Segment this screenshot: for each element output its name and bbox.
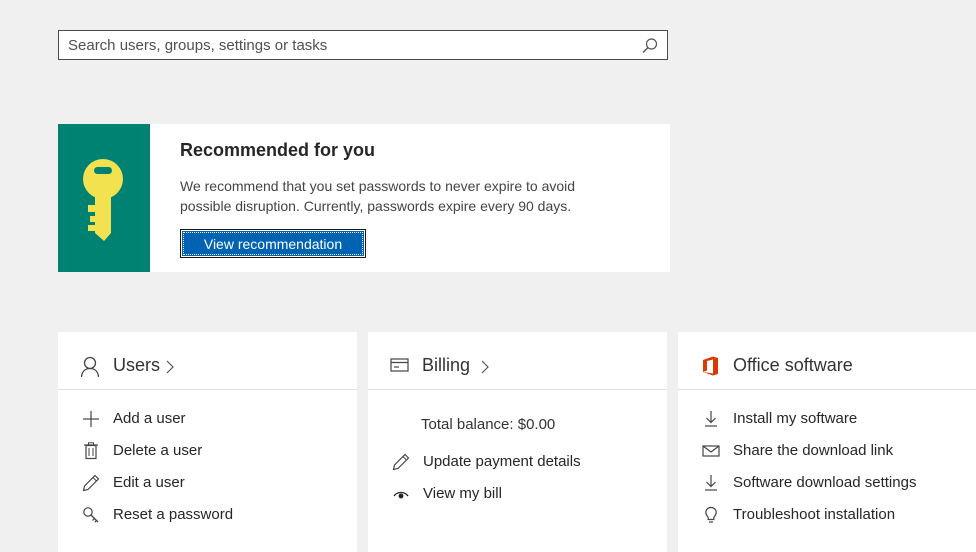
- download-settings-link[interactable]: Software download settings: [702, 472, 962, 496]
- view-bill-label[interactable]: View my bill: [423, 485, 502, 502]
- credit-card-icon: [390, 356, 410, 379]
- office-card-header[interactable]: Office software: [678, 332, 976, 390]
- recommendation-icon-panel: [58, 124, 150, 272]
- reset-password-link[interactable]: Reset a password: [82, 504, 332, 528]
- view-recommendation-button[interactable]: View recommendation: [180, 229, 366, 258]
- delete-user-label[interactable]: Delete a user: [113, 442, 202, 459]
- search-input[interactable]: [59, 31, 628, 59]
- chevron-right-icon[interactable]: [165, 360, 175, 379]
- install-software-label[interactable]: Install my software: [733, 410, 857, 427]
- add-user-link[interactable]: Add a user: [82, 408, 332, 432]
- pencil-icon: [392, 453, 410, 471]
- mail-icon: [702, 442, 720, 460]
- reset-password-label[interactable]: Reset a password: [113, 506, 233, 523]
- pencil-icon: [82, 474, 100, 492]
- total-balance: Total balance: $0.00: [421, 416, 556, 433]
- troubleshoot-label[interactable]: Troubleshoot installation: [733, 506, 895, 523]
- update-payment-link[interactable]: Update payment details: [392, 451, 642, 475]
- billing-card-title[interactable]: Billing: [422, 355, 470, 376]
- office-card-title[interactable]: Office software: [733, 355, 853, 376]
- add-user-label[interactable]: Add a user: [113, 410, 186, 427]
- trash-icon: [82, 442, 100, 460]
- share-download-link[interactable]: Share the download link: [702, 440, 962, 464]
- update-payment-label[interactable]: Update payment details: [423, 453, 581, 470]
- users-card-title[interactable]: Users: [113, 355, 160, 376]
- edit-user-link[interactable]: Edit a user: [82, 472, 332, 496]
- download-icon: [702, 474, 720, 492]
- troubleshoot-link[interactable]: Troubleshoot installation: [702, 504, 962, 528]
- download-settings-label[interactable]: Software download settings: [733, 474, 916, 491]
- billing-card: Billing Total balance: $0.00 Update paym…: [368, 332, 667, 552]
- delete-user-link[interactable]: Delete a user: [82, 440, 332, 464]
- key-search-icon: [82, 506, 100, 524]
- billing-card-header[interactable]: Billing: [368, 332, 667, 390]
- users-card-header[interactable]: Users: [58, 332, 357, 390]
- recommendation-title: Recommended for you: [180, 140, 376, 160]
- plus-icon: [82, 410, 100, 428]
- person-icon: [80, 356, 102, 383]
- lightbulb-icon: [702, 506, 720, 524]
- edit-user-label[interactable]: Edit a user: [113, 474, 185, 491]
- key-icon: [83, 159, 123, 241]
- chevron-right-icon[interactable]: [480, 360, 490, 379]
- office-software-card: Office software Install my software Shar…: [678, 332, 976, 552]
- view-bill-link[interactable]: View my bill: [392, 483, 642, 507]
- download-icon: [702, 410, 720, 428]
- recommendation-card: Recommended for you We recommend that yo…: [58, 124, 670, 272]
- search-box[interactable]: [58, 30, 668, 60]
- share-download-label[interactable]: Share the download link: [733, 442, 893, 459]
- eye-icon: [392, 485, 410, 503]
- install-software-link[interactable]: Install my software: [702, 408, 962, 432]
- search-icon[interactable]: [641, 37, 659, 60]
- recommendation-description: We recommend that you set passwords to n…: [180, 178, 576, 214]
- users-card: Users Add a user Delete a user Edit a us…: [58, 332, 357, 552]
- office-logo-icon: [702, 356, 719, 381]
